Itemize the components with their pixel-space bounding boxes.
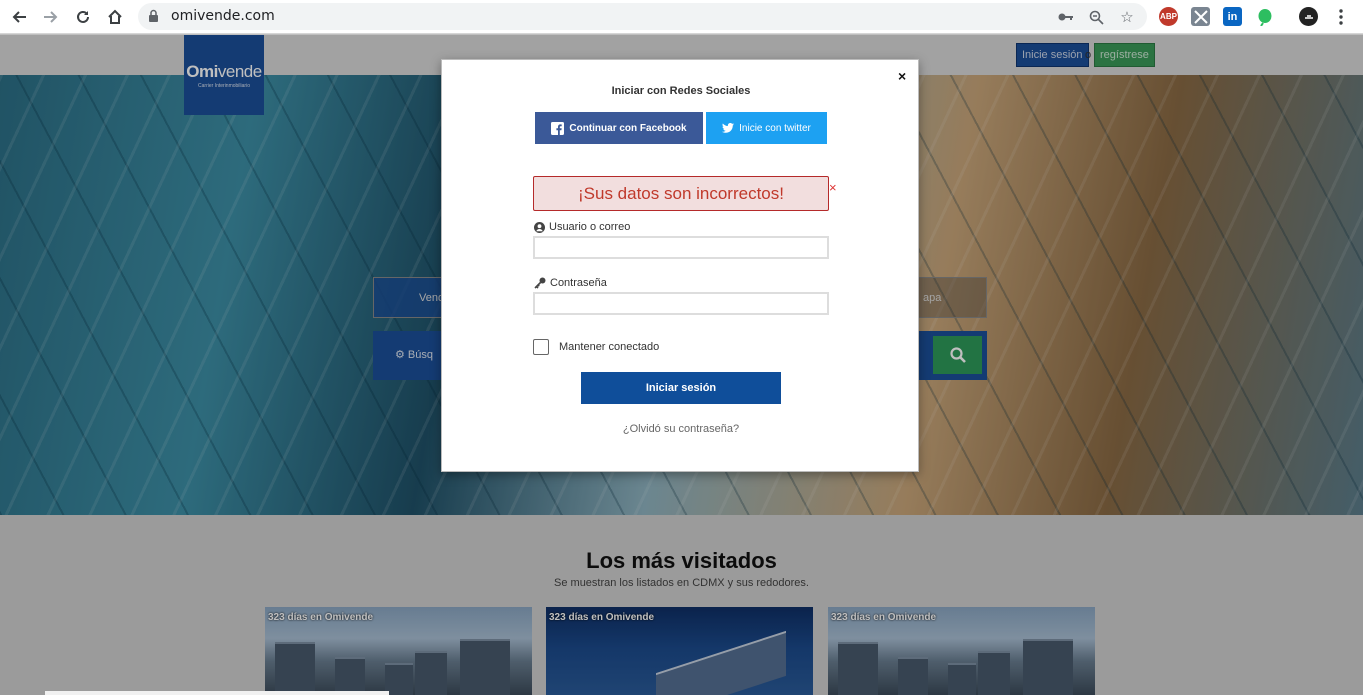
password-input[interactable] — [533, 292, 829, 315]
adblock-icon[interactable]: ABP — [1159, 7, 1178, 26]
facebook-login-button[interactable]: Continuar con Facebook — [535, 112, 703, 144]
twitter-login-label: Inicie con twitter — [739, 122, 811, 134]
home-icon[interactable] — [103, 5, 127, 29]
linkedin-icon[interactable]: in — [1223, 7, 1242, 26]
forward-icon[interactable] — [39, 5, 63, 29]
bookmark-flag-icon[interactable] — [1191, 7, 1210, 26]
login-modal: × Iniciar con Redes Sociales Continuar c… — [441, 59, 919, 472]
lock-icon — [148, 9, 159, 28]
evernote-icon[interactable] — [1255, 7, 1274, 26]
facebook-login-label: Continuar con Facebook — [569, 122, 687, 134]
facebook-icon — [551, 121, 565, 135]
password-label: Contraseña — [534, 277, 607, 289]
remember-me-checkbox[interactable] — [533, 339, 549, 355]
bookmark-star-icon[interactable]: ☆ — [1117, 7, 1137, 27]
key-icon — [534, 277, 546, 289]
twitter-login-button[interactable]: Inicie con twitter — [706, 112, 827, 144]
password-label-text: Contraseña — [550, 277, 607, 289]
browser-toolbar: omivende.com ☆ ABP in — [0, 0, 1363, 34]
error-alert: ¡Sus datos son incorrectos! — [533, 176, 829, 211]
social-login-title: Iniciar con Redes Sociales — [611, 85, 751, 97]
username-label-text: Usuario o correo — [549, 221, 631, 233]
menu-kebab-icon[interactable] — [1329, 5, 1353, 29]
user-icon — [534, 221, 545, 233]
login-submit-button[interactable]: Iniciar sesión — [581, 372, 781, 404]
address-bar[interactable]: omivende.com ☆ — [138, 3, 1147, 30]
error-message: ¡Sus datos son incorrectos! — [578, 183, 784, 203]
twitter-icon — [722, 123, 735, 133]
reload-icon[interactable] — [71, 5, 95, 29]
key-icon[interactable] — [1056, 7, 1076, 27]
url-text[interactable]: omivende.com — [171, 8, 275, 24]
remember-me-toggle[interactable]: Mantener conectado — [533, 339, 659, 355]
error-dismiss-button[interactable]: × — [829, 180, 837, 195]
back-icon[interactable] — [7, 5, 31, 29]
username-input[interactable] — [533, 236, 829, 259]
forgot-password-link[interactable]: ¿Olvidó su contraseña? — [442, 423, 920, 435]
username-label: Usuario o correo — [534, 221, 630, 233]
modal-close-button[interactable]: × — [898, 68, 906, 84]
remember-me-label: Mantener conectado — [559, 341, 660, 353]
profile-icon[interactable] — [1299, 7, 1318, 26]
bottom-scrollbar[interactable] — [45, 691, 389, 695]
zoom-icon[interactable] — [1086, 7, 1106, 27]
